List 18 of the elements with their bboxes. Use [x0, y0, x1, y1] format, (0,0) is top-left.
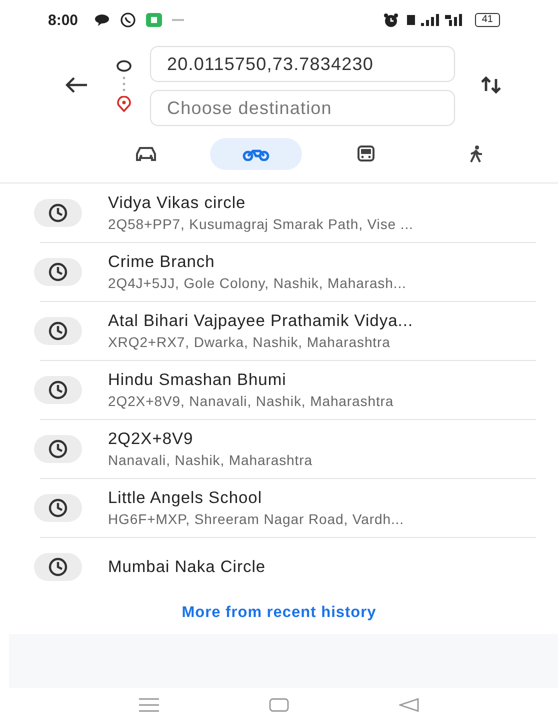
place-address: Nanavali, Nashik, Maharashtra — [108, 452, 312, 468]
place-name[interactable]: Hindu Smashan Bhumi — [108, 371, 394, 390]
place-name[interactable]: 2Q2X+8V9 — [108, 430, 312, 449]
place-name[interactable]: Vidya Vikas circle — [108, 194, 414, 213]
status-time: 8:00 — [48, 12, 78, 28]
place-address: XRQ2+RX7, Dwarka, Nashik, Maharashtra — [108, 334, 392, 350]
more-history-link[interactable]: More from recent history — [182, 604, 376, 622]
place-address: 2Q2X+8V9, Nanavali, Nashik, Maharashtra — [108, 393, 394, 409]
place-address: HG6F+MXP, Shreeram Nagar Road, Vardh... — [108, 511, 404, 527]
place-address: 2Q58+PP7, Kusumagraj Smarak Path, Vise ... — [108, 216, 414, 232]
destination-field[interactable]: Choose destination — [150, 90, 455, 126]
origin-field[interactable]: 20.0115750,73.7834230 — [150, 46, 455, 82]
place-address: 2Q4J+5JJ, Gole Colony, Nashik, Maharash... — [108, 275, 406, 291]
place-name[interactable]: Mumbai Naka Circle — [108, 558, 266, 576]
place-name[interactable]: Crime Branch — [108, 253, 406, 272]
place-name[interactable]: Atal Bihari Vajpayee Prathamik Vidya... — [108, 312, 414, 331]
battery-level: 41 — [474, 13, 500, 27]
place-name[interactable]: Little Angels School — [108, 489, 404, 508]
